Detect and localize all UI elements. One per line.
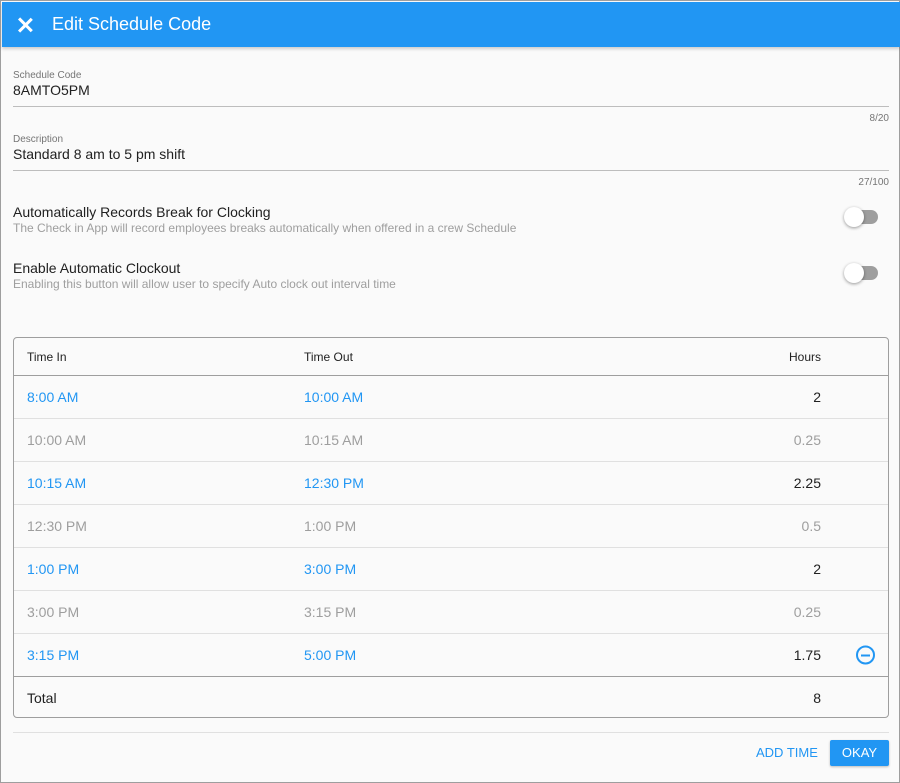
schedule-code-label: Schedule Code bbox=[13, 70, 82, 81]
time-out-cell[interactable]: 5:00 PM bbox=[304, 647, 356, 663]
time-in-cell[interactable]: 10:15 AM bbox=[27, 475, 86, 491]
time-out-cell: 1:00 PM bbox=[304, 518, 357, 534]
table-total-row: Total 8 bbox=[14, 677, 888, 717]
description-field: Description 27/100 bbox=[13, 134, 889, 188]
auto-break-toggle[interactable] bbox=[844, 207, 878, 227]
header-time-in: Time In bbox=[27, 349, 67, 364]
time-in-cell[interactable]: 1:00 PM bbox=[27, 561, 79, 577]
time-in-cell: 10:00 AM bbox=[27, 432, 87, 448]
hours-cell: 2 bbox=[813, 561, 821, 577]
table-row[interactable]: 8:00 AM 10:00 AM 2 bbox=[14, 376, 888, 419]
schedule-code-underline bbox=[13, 106, 889, 107]
dialog-header: Edit Schedule Code bbox=[2, 2, 900, 47]
time-out-cell[interactable]: 10:00 AM bbox=[304, 389, 363, 405]
description-underline bbox=[13, 170, 889, 171]
time-out-cell[interactable]: 12:30 PM bbox=[304, 475, 364, 491]
description-counter: 27/100 bbox=[858, 177, 889, 188]
auto-clockout-toggle[interactable] bbox=[844, 263, 878, 283]
hours-cell: 0.5 bbox=[801, 518, 821, 534]
okay-button[interactable]: OKAY bbox=[830, 740, 889, 766]
footer-divider bbox=[13, 732, 889, 733]
hours-cell: 2 bbox=[813, 389, 821, 405]
time-in-cell: 12:30 PM bbox=[27, 518, 87, 534]
table-header: Time In Time Out Hours bbox=[14, 338, 888, 376]
table-row[interactable]: 3:15 PM 5:00 PM 1.75 bbox=[14, 634, 888, 677]
remove-row-icon[interactable] bbox=[856, 645, 875, 665]
header-hours: Hours bbox=[788, 349, 821, 364]
time-in-cell: 3:00 PM bbox=[27, 604, 80, 620]
hours-cell: 0.25 bbox=[793, 604, 821, 620]
total-hours: 8 bbox=[813, 689, 821, 706]
time-in-cell[interactable]: 8:00 AM bbox=[27, 389, 78, 405]
total-label: Total bbox=[27, 689, 57, 706]
table-row[interactable]: 10:00 AM 10:15 AM 0.25 bbox=[14, 419, 888, 462]
dialog: Edit Schedule Code Schedule Code 8/20 De… bbox=[0, 0, 900, 783]
schedule-code-field: Schedule Code 8/20 bbox=[13, 70, 889, 124]
description-input[interactable] bbox=[13, 146, 889, 162]
auto-clockout-title: Enable Automatic Clockout bbox=[13, 260, 181, 276]
hours-cell: 1.75 bbox=[793, 647, 821, 663]
table-row[interactable]: 3:00 PM 3:15 PM 0.25 bbox=[14, 591, 888, 634]
auto-clockout-subtitle: Enabling this button will allow user to … bbox=[13, 277, 396, 291]
schedule-table: Time In Time Out Hours 8:00 AM 10:00 AM 2 1… bbox=[13, 337, 889, 718]
header-time-out: Time Out bbox=[304, 349, 353, 364]
toggle-knob bbox=[844, 263, 864, 283]
toggle-knob bbox=[844, 207, 864, 227]
table-row[interactable]: 10:15 AM 12:30 PM 2.25 bbox=[14, 462, 888, 505]
schedule-code-counter: 8/20 bbox=[869, 113, 889, 124]
auto-break-setting: Automatically Records Break for Clocking… bbox=[13, 204, 889, 235]
auto-clockout-setting: Enable Automatic Clockout Enabling this … bbox=[13, 260, 889, 291]
time-out-cell: 3:15 PM bbox=[304, 604, 357, 620]
auto-break-title: Automatically Records Break for Clocking bbox=[13, 204, 271, 220]
dialog-title: Edit Schedule Code bbox=[52, 14, 212, 34]
add-time-button[interactable]: ADD TIME bbox=[750, 740, 824, 766]
time-out-cell[interactable]: 3:00 PM bbox=[304, 561, 356, 577]
hours-cell: 2.25 bbox=[793, 475, 821, 491]
hours-cell: 0.25 bbox=[793, 432, 821, 448]
schedule-code-input[interactable] bbox=[13, 82, 889, 98]
time-in-cell[interactable]: 3:15 PM bbox=[27, 647, 79, 663]
time-out-cell: 10:15 AM bbox=[304, 432, 364, 448]
auto-break-subtitle: The Check in App will record employees b… bbox=[13, 221, 517, 235]
description-label: Description bbox=[13, 134, 64, 145]
table-row[interactable]: 1:00 PM 3:00 PM 2 bbox=[14, 548, 888, 591]
table-row[interactable]: 12:30 PM 1:00 PM 0.5 bbox=[14, 505, 888, 548]
close-icon[interactable] bbox=[17, 17, 33, 33]
